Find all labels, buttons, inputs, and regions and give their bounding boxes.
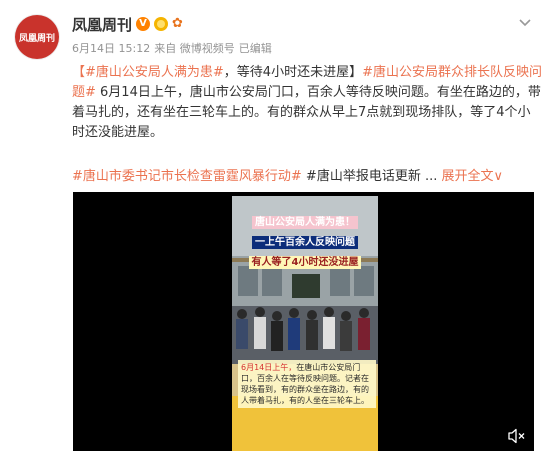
expand-chevron-icon[interactable]: ∨	[494, 169, 504, 184]
ellipsis: ...	[420, 169, 442, 184]
video-caption-top: 唐山公安局人满为患！ 一上午百余人反映问题 有人等了4小时还没进屋	[238, 210, 372, 270]
hashtag-link[interactable]: 【#唐山公安局人满为患#	[72, 65, 224, 80]
hashtag-prefix: #	[301, 169, 317, 184]
video-caption-line: 唐山公安局人满为患！	[252, 216, 358, 229]
gold-medal-icon[interactable]	[154, 17, 169, 31]
edited-label[interactable]: 已编辑	[239, 40, 272, 56]
post-text-segment: ，等待4小时还未进屋】	[223, 65, 363, 80]
post-date[interactable]: 6月14日 15:12	[72, 40, 150, 56]
video-caption-bottom: 6月14日上午，在唐山市公安局门口，百余人在等待反映问题。记者在现场看到，有的群…	[238, 360, 376, 408]
video-frame: 唐山公安局人满为患！ 一上午百余人反映问题 有人等了4小时还没进屋 6月14日上…	[232, 196, 378, 451]
post-source[interactable]: 来自 微博视频号	[154, 40, 235, 56]
video-caption-date: 6月14日上午，	[241, 363, 297, 372]
chevron-down-icon[interactable]	[517, 14, 533, 30]
account-name-row: 凤凰周刊 V ✿	[72, 14, 183, 34]
post-tags-line: #唐山市委书记市长检查雷霆风暴行动# #唐山举报电话更新 ... 展开全文∨	[72, 167, 542, 187]
video-caption-line: 一上午百余人反映问题	[252, 236, 358, 249]
weibo-post-card: 凤凰周刊 凤凰周刊 V ✿ 6月14日 15:12 来自 微博视频号 已编辑 【…	[0, 0, 553, 458]
account-avatar[interactable]: 凤凰周刊	[15, 15, 59, 59]
hashtag-link[interactable]: #唐山市委书记市长检查雷霆风暴行动#	[72, 169, 302, 184]
expand-full-text-link[interactable]: 展开全文	[442, 169, 494, 184]
flame-badge-icon[interactable]: ✿	[172, 17, 183, 31]
video-caption-line: 有人等了4小时还没进屋	[248, 256, 362, 269]
post-meta: 6月14日 15:12 来自 微博视频号 已编辑	[72, 40, 272, 56]
avatar-logo-text: 凤凰周刊	[18, 33, 55, 44]
post-text-segment: 6月14日上午，唐山市公安局门口，百余人等待反映问题。有坐在路边的，带着马扎的，…	[72, 85, 541, 140]
hashtag-truncated[interactable]: 唐山举报电话更新	[317, 169, 421, 184]
video-player[interactable]: 唐山公安局人满为患！ 一上午百余人反映问题 有人等了4小时还没进屋 6月14日上…	[73, 192, 534, 451]
speaker-muted-icon[interactable]	[508, 428, 526, 444]
account-name[interactable]: 凤凰周刊	[72, 14, 132, 35]
verified-v-icon[interactable]: V	[136, 17, 151, 31]
post-text: 【#唐山公安局人满为患#，等待4小时还未进屋】#唐山公安局群众排长队反映问题# …	[72, 63, 542, 143]
